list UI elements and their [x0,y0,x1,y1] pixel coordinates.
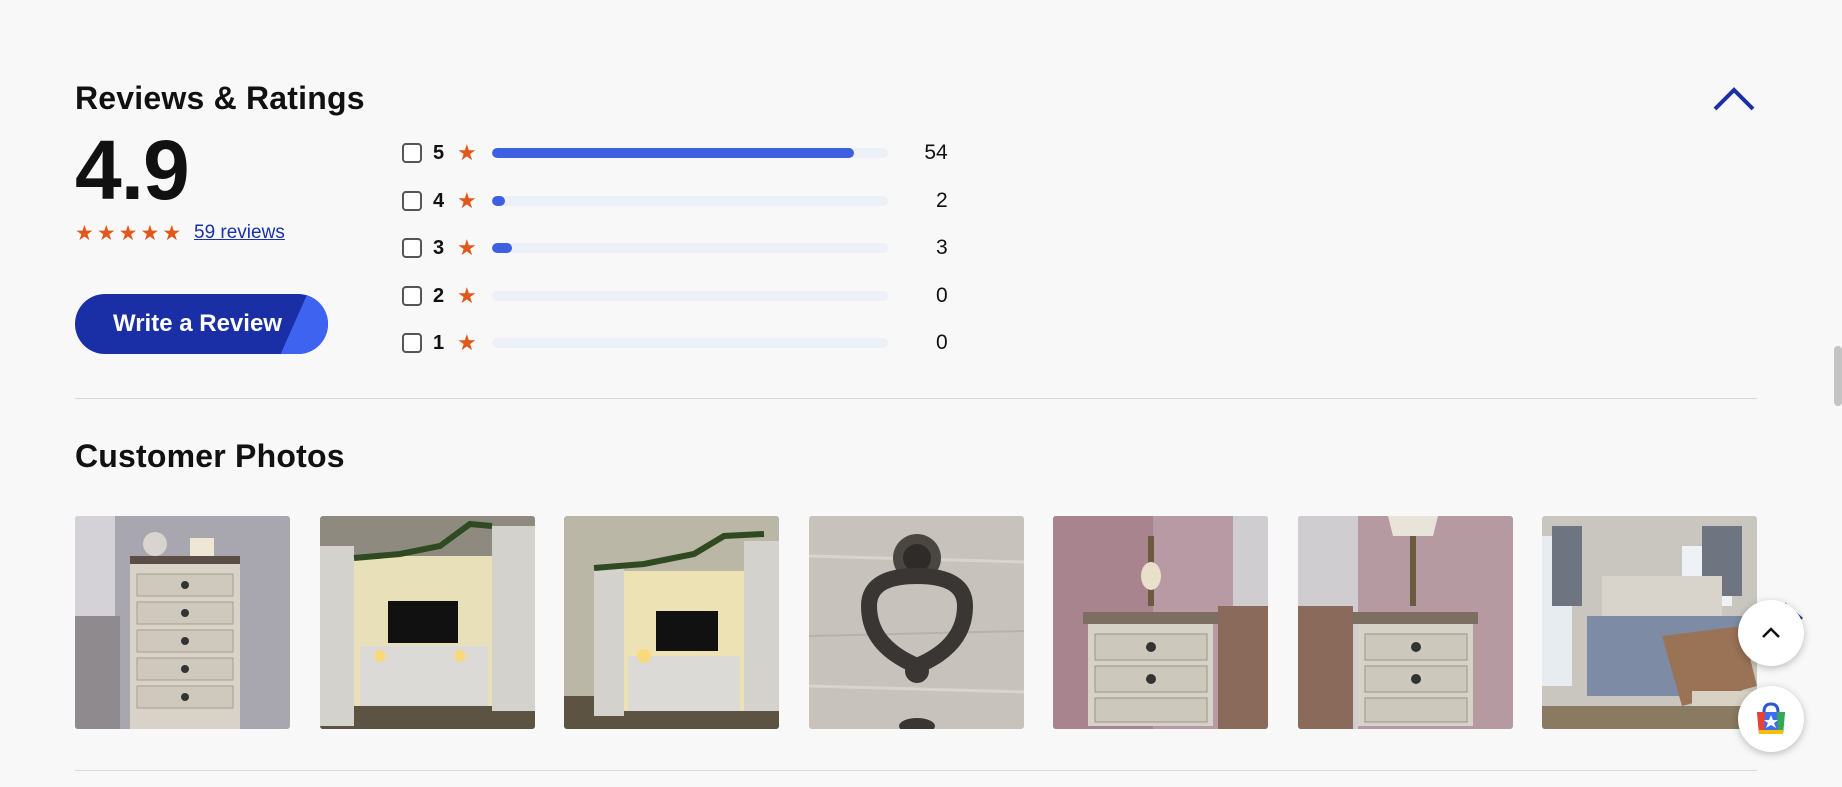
section-divider [75,770,1757,771]
customer-photo[interactable] [1542,516,1757,729]
photo-nightstand [1298,516,1513,729]
rating-row-2: 2 ★ 0 [402,281,948,311]
star-icon: ★ [457,188,477,213]
star-icon: ★ [118,222,138,245]
rating-bar [491,338,888,348]
star-icon: ★ [162,222,182,245]
photo-nightstand [1053,516,1268,729]
shopping-bag-icon [1757,702,1785,734]
rating-row-5: 5 ★ 54 [402,138,948,168]
star-icon: ★ [457,235,477,260]
star-icon: ★ [75,222,94,245]
average-stars: ★ ★ ★ ★ ★ [75,223,181,244]
rating-stars-label: 4 [433,189,445,212]
customer-photo[interactable] [1053,516,1268,729]
star-icon: ★ [457,330,477,355]
rating-stars-label: 5 [433,141,445,164]
average-rating: 4.9 [75,123,190,217]
customer-photo[interactable] [1298,516,1513,729]
rating-stars-label: 3 [433,236,445,259]
rating-bar [491,148,888,158]
rating-count: 3 [936,236,948,259]
collapse-reviews-button[interactable] [1712,82,1756,114]
star-icon: ★ [457,140,477,165]
section-divider [75,398,1757,399]
customer-photos-title: Customer Photos [75,438,345,474]
rating-bar-fill [491,148,855,158]
photo-entertainment-center [564,516,779,729]
filter-checkbox-2[interactable] [402,286,422,306]
photo-drawer-pull [809,516,1024,729]
star-icon: ★ [96,222,116,245]
shopping-assistant-button[interactable] [1738,686,1804,752]
write-review-button[interactable]: Write a Review [75,294,328,354]
rating-bar-fill [491,243,512,253]
page-scrollbar[interactable] [1834,346,1842,406]
rating-bar [491,196,888,206]
customer-photo[interactable] [75,516,290,729]
customer-photo[interactable] [320,516,535,729]
photo-bedroom [1542,516,1757,729]
rating-row-3: 3 ★ 3 [402,233,948,263]
rating-count: 0 [936,331,948,354]
rating-row-1: 1 ★ 0 [402,328,948,358]
filter-checkbox-5[interactable] [402,143,422,163]
customer-photo[interactable] [564,516,779,729]
filter-checkbox-1[interactable] [402,333,422,353]
rating-count: 0 [936,284,948,307]
rating-bar-fill [491,196,506,206]
rating-bar [491,243,888,253]
chevron-up-icon [1713,87,1755,111]
rating-stars-label: 2 [433,284,445,307]
reviews-title: Reviews & Ratings [75,80,365,116]
chevron-up-icon [1762,627,1780,638]
write-review-label: Write a Review [113,310,282,337]
rating-row-4: 4 ★ 2 [402,186,948,216]
rating-stars-label: 1 [433,331,445,354]
scroll-to-top-button[interactable] [1738,600,1804,666]
photo-tall-dresser [75,516,290,729]
filter-checkbox-3[interactable] [402,238,422,258]
rating-count: 54 [924,141,948,164]
rating-bar [491,291,888,301]
filter-checkbox-4[interactable] [402,191,422,211]
photo-entertainment-center [320,516,535,729]
star-icon: ★ [457,283,477,308]
customer-photo[interactable] [809,516,1024,729]
reviews-count-link[interactable]: 59 reviews [194,222,285,244]
rating-count: 2 [936,189,948,212]
star-icon: ★ [140,222,160,245]
